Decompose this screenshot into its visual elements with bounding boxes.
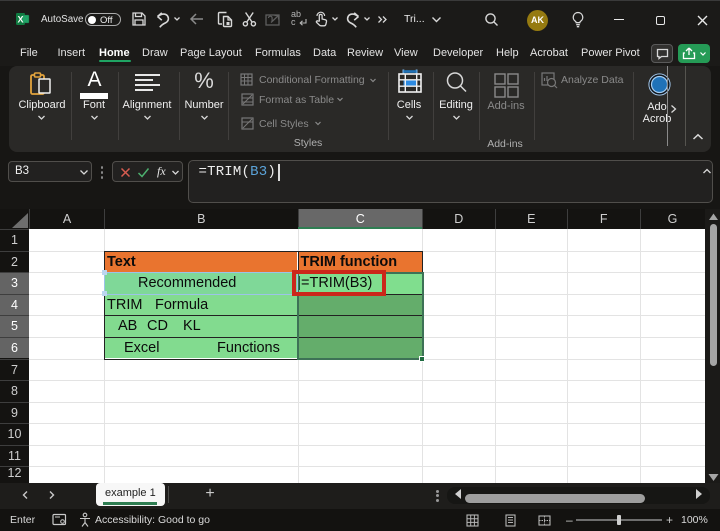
svg-text:X: X xyxy=(17,15,23,25)
